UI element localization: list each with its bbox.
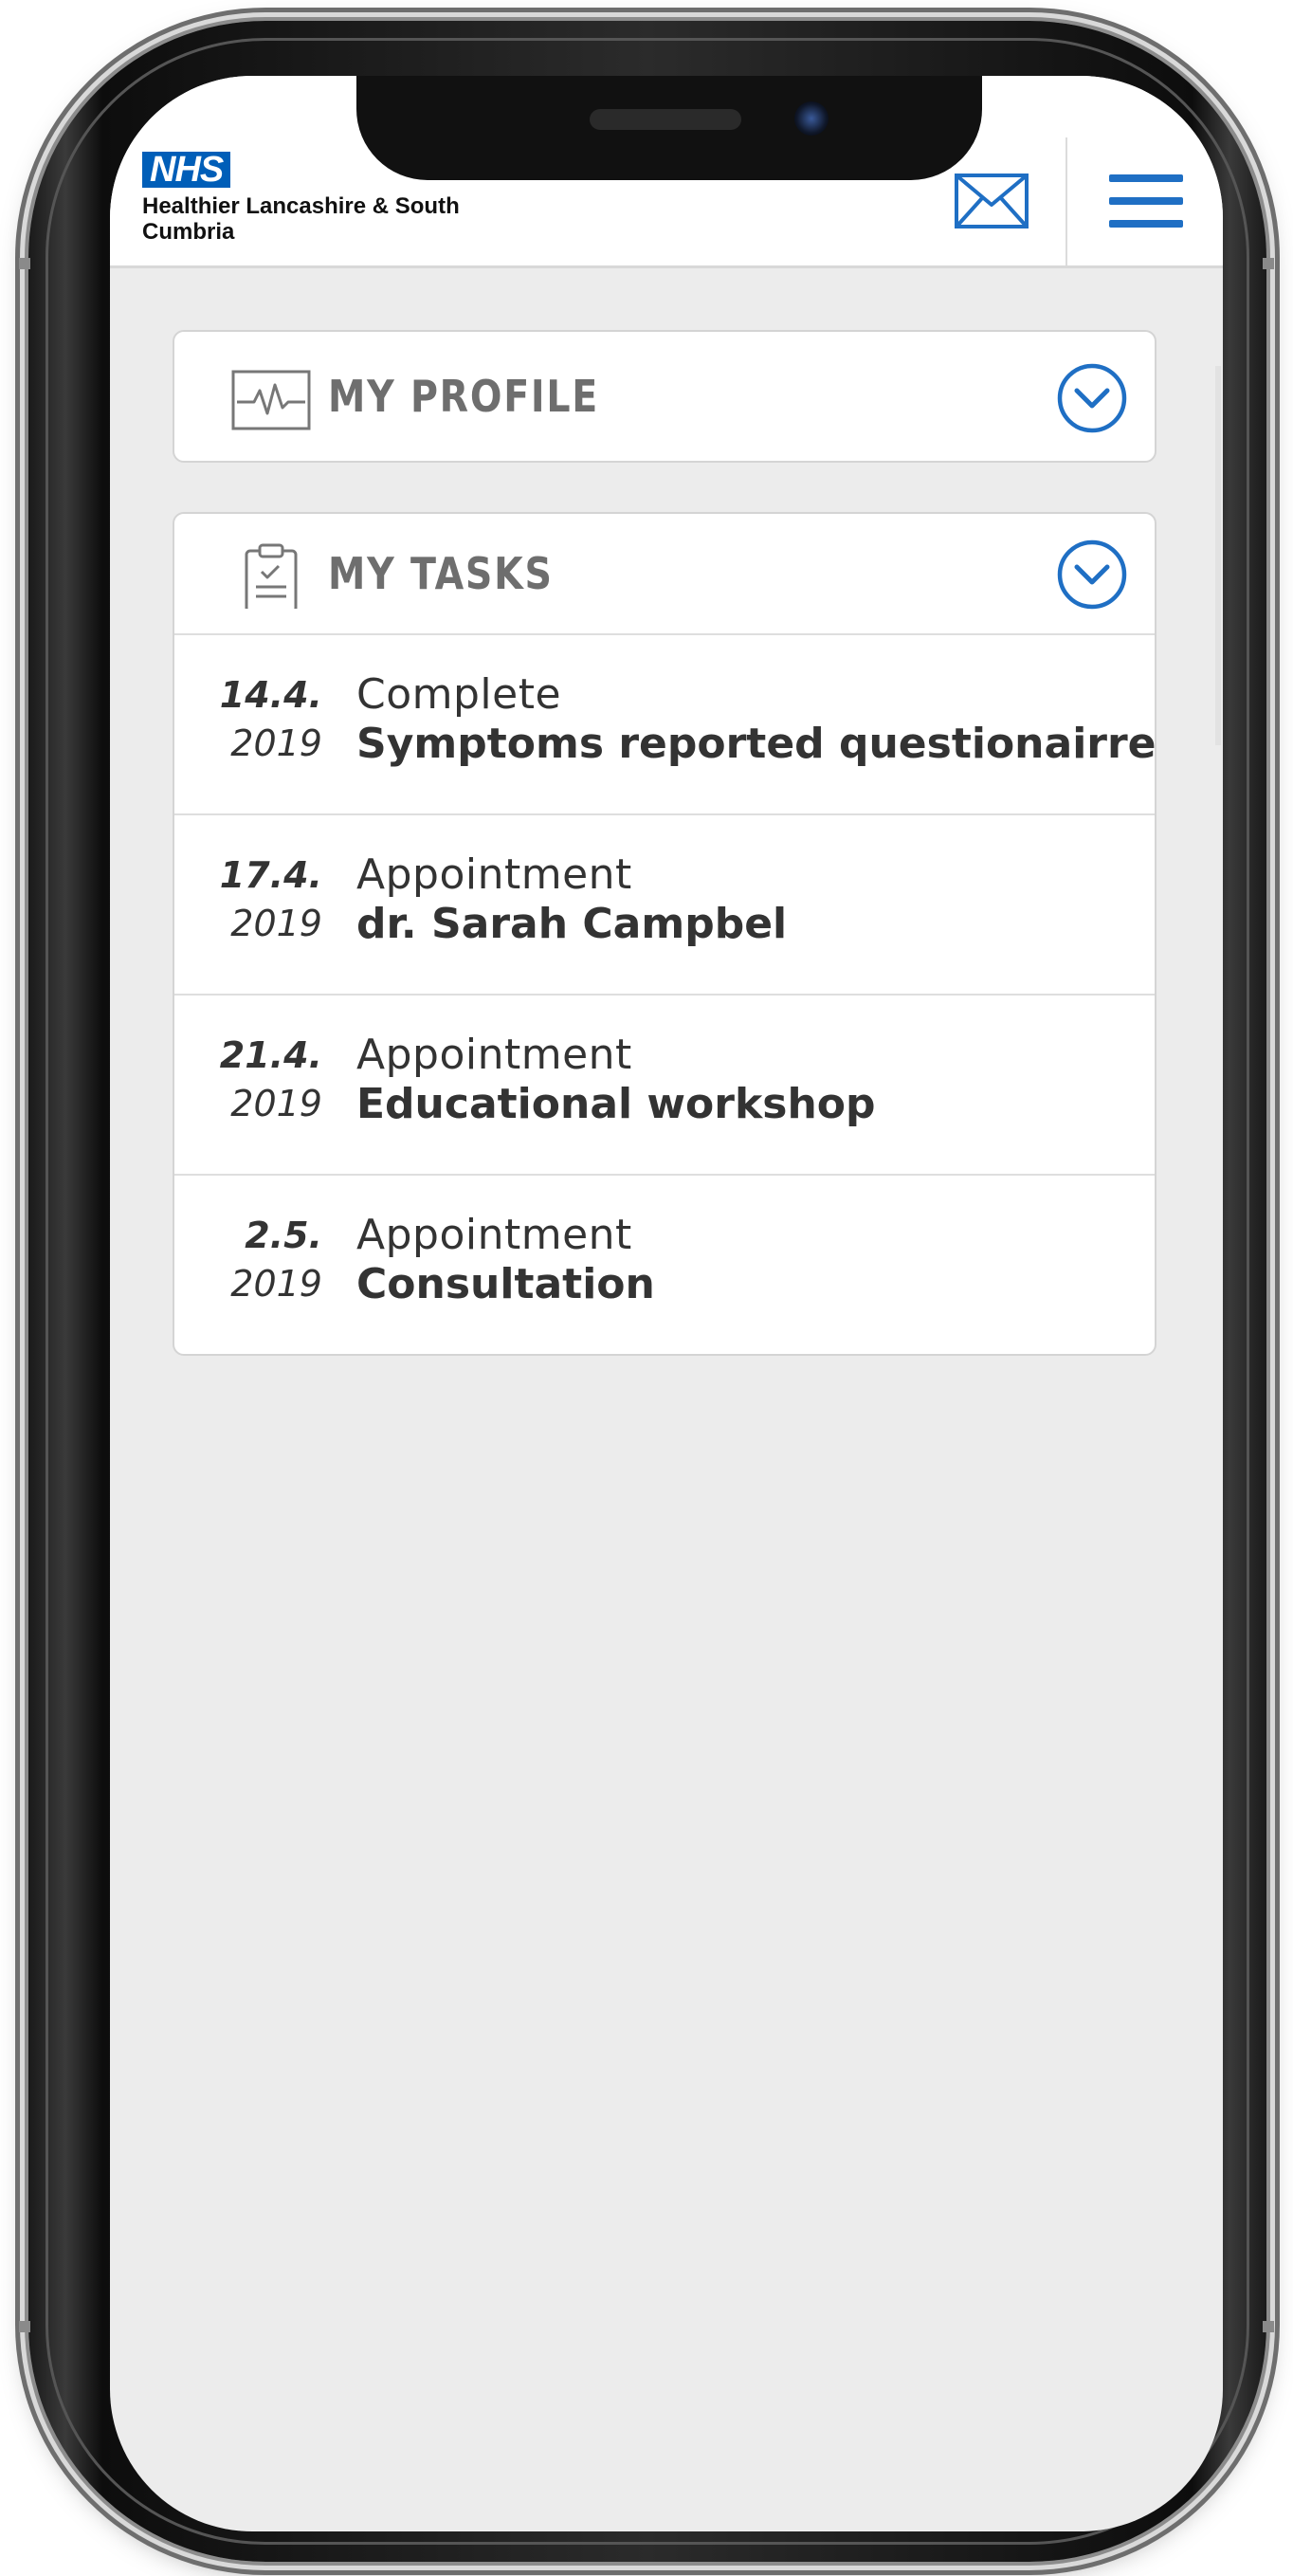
task-date: 21.4. 2019 [193, 1032, 322, 1128]
task-date: 17.4. 2019 [193, 851, 322, 948]
task-list: 14.4. 2019 Complete Symptoms reported qu… [174, 633, 1156, 1354]
speaker-grille [590, 109, 741, 130]
org-name: Healthier Lancashire & South Cumbria [142, 193, 460, 245]
task-row[interactable]: 14.4. 2019 Complete Symptoms reported qu… [174, 633, 1156, 813]
phone-mockup: NHS Healthier Lancashire & South Cumbria [0, 0, 1293, 2576]
chevron-down-circle-icon[interactable] [1056, 362, 1128, 434]
clipboard-check-icon [245, 543, 298, 609]
task-title: Consultation [356, 1260, 655, 1308]
task-year: 2019 [230, 722, 322, 764]
antenna-band [1263, 2321, 1274, 2332]
phone-notch [356, 76, 982, 180]
task-row[interactable]: 17.4. 2019 Appointment dr. Sarah Campbel [174, 813, 1155, 994]
heartbeat-icon [231, 370, 311, 430]
task-date: 14.4. 2019 [193, 671, 322, 768]
antenna-band [19, 2321, 30, 2332]
task-date: 2.5. 2019 [193, 1212, 322, 1308]
my-tasks-header[interactable]: MY TASKS [174, 514, 1155, 633]
my-profile-header[interactable]: MY PROFILE [174, 332, 1155, 461]
task-year: 2019 [230, 903, 322, 944]
envelope-icon [955, 174, 1029, 228]
nhs-badge: NHS [142, 152, 231, 188]
my-tasks-title: MY TASKS [328, 548, 554, 599]
antenna-band [19, 258, 30, 269]
my-tasks-panel: MY TASKS 14.4. 2019 Complete Symptoms re… [173, 512, 1156, 1356]
task-day: 2.5. [245, 1215, 322, 1256]
scrollbar[interactable] [1215, 366, 1221, 745]
menu-button[interactable] [1107, 171, 1185, 231]
front-camera [794, 101, 829, 136]
task-title: Educational workshop [356, 1080, 876, 1128]
header-divider [1065, 137, 1067, 265]
task-info: Appointment Educational workshop [356, 1032, 876, 1130]
task-info: Complete Symptoms reported questionairre [356, 671, 1156, 770]
messages-button[interactable] [954, 173, 1029, 229]
my-profile-title: MY PROFILE [328, 371, 600, 422]
task-type: Complete [356, 670, 562, 719]
task-info: Appointment dr. Sarah Campbel [356, 851, 787, 950]
task-year: 2019 [230, 1083, 322, 1124]
chevron-down-circle-icon[interactable] [1056, 539, 1128, 611]
task-row[interactable]: 21.4. 2019 Appointment Educational works… [174, 994, 1155, 1174]
task-row[interactable]: 2.5. 2019 Appointment Consultation [174, 1174, 1155, 1354]
task-day: 14.4. [219, 674, 322, 716]
app-screen: NHS Healthier Lancashire & South Cumbria [110, 76, 1223, 2531]
task-type: Appointment [356, 850, 632, 899]
app-header: NHS Healthier Lancashire & South Cumbria [110, 76, 1223, 268]
task-info: Appointment Consultation [356, 1212, 655, 1310]
hamburger-menu-icon [1109, 174, 1183, 228]
task-year: 2019 [230, 1263, 322, 1305]
task-type: Appointment [356, 1211, 632, 1259]
task-title: Symptoms reported questionairre [356, 720, 1156, 768]
task-type: Appointment [356, 1031, 632, 1079]
task-title: dr. Sarah Campbel [356, 900, 788, 948]
task-day: 21.4. [219, 1034, 322, 1076]
antenna-band [1263, 258, 1274, 269]
task-day: 17.4. [219, 854, 322, 896]
my-profile-panel: MY PROFILE [173, 330, 1156, 463]
